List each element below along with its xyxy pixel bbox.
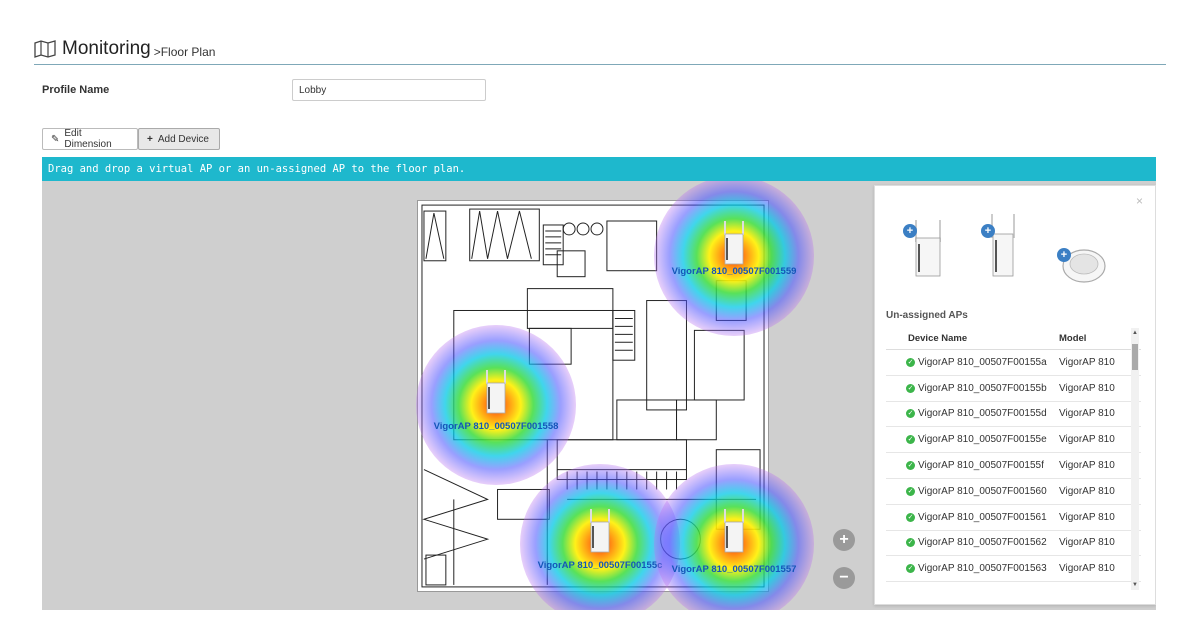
model-cell: VigorAP 810 bbox=[1059, 485, 1115, 497]
table-row[interactable]: ✓ VigorAP 810_00507F001561 VigorAP 810 bbox=[886, 505, 1141, 531]
pencil-icon: ✎ bbox=[51, 133, 60, 145]
model-cell: VigorAP 810 bbox=[1059, 356, 1115, 368]
page-title: Monitoring bbox=[62, 38, 151, 59]
breadcrumb: >Floor Plan bbox=[153, 44, 216, 59]
placed-ap[interactable]: VigorAP 810_00507F001558 bbox=[416, 325, 576, 485]
device-name-cell: ✓ VigorAP 810_00507F001561 bbox=[886, 512, 1053, 523]
placed-ap-label: VigorAP 810_00507F001557 bbox=[671, 564, 797, 575]
device-name-cell: ✓ VigorAP 810_00507F00155a bbox=[886, 357, 1053, 368]
check-circle-icon: ✓ bbox=[906, 564, 915, 574]
check-circle-icon: ✓ bbox=[906, 435, 915, 445]
access-point-icon bbox=[724, 509, 744, 553]
model-cell: VigorAP 810 bbox=[1059, 434, 1115, 446]
add-icon: + bbox=[981, 224, 995, 238]
model-cell: VigorAP 810 bbox=[1059, 408, 1115, 420]
device-name-header: Device Name bbox=[908, 333, 968, 344]
profile-name-input[interactable] bbox=[292, 79, 486, 101]
table-row[interactable]: ✓ VigorAP 810_00507F001562 VigorAP 810 bbox=[886, 531, 1141, 557]
unassigned-aps-heading: Un-assigned APs bbox=[886, 310, 968, 321]
virtual-ap-ceiling[interactable]: + bbox=[1057, 246, 1109, 286]
table-row[interactable]: ✓ VigorAP 810_00507F00155b VigorAP 810 bbox=[886, 376, 1141, 402]
device-name-cell: ✓ VigorAP 810_00507F00155e bbox=[886, 434, 1053, 445]
model-header: Model bbox=[1059, 333, 1087, 344]
check-circle-icon: ✓ bbox=[906, 512, 915, 522]
check-circle-icon: ✓ bbox=[906, 409, 915, 419]
table-row[interactable]: ✓ VigorAP 810_00507F001563 VigorAP 810 bbox=[886, 556, 1141, 583]
device-panel: × + + + Un-assigned APs Device Name Mode… bbox=[874, 185, 1156, 605]
check-circle-icon: ✓ bbox=[906, 383, 915, 393]
access-point-icon bbox=[724, 221, 744, 265]
plus-icon: + bbox=[147, 133, 153, 145]
placed-ap[interactable]: VigorAP 810_00507F001559 bbox=[654, 181, 814, 336]
scrollbar-thumb[interactable] bbox=[1132, 344, 1138, 370]
device-name: VigorAP 810_00507F00155b bbox=[918, 382, 1047, 394]
device-name: VigorAP 810_00507F00155d bbox=[918, 408, 1047, 420]
add-icon: + bbox=[903, 224, 917, 238]
device-name: VigorAP 810_00507F001561 bbox=[918, 511, 1047, 523]
access-point-icon bbox=[590, 509, 610, 553]
table-row[interactable]: ✓ VigorAP 810_00507F00155f VigorAP 810 bbox=[886, 453, 1141, 479]
device-name-cell: ✓ VigorAP 810_00507F001560 bbox=[886, 486, 1053, 497]
virtual-ap-wall-tall[interactable]: + bbox=[981, 210, 1021, 280]
device-name: VigorAP 810_00507F001563 bbox=[918, 563, 1047, 575]
table-scrollbar[interactable]: ▲ ▼ bbox=[1131, 328, 1139, 590]
check-circle-icon: ✓ bbox=[906, 461, 915, 471]
model-cell: VigorAP 810 bbox=[1059, 511, 1115, 523]
zoom-out-button[interactable]: − bbox=[833, 567, 855, 589]
edit-dimension-button[interactable]: ✎ Edit Dimension bbox=[42, 128, 138, 150]
model-cell: VigorAP 810 bbox=[1059, 460, 1115, 472]
check-circle-icon: ✓ bbox=[906, 357, 915, 367]
table-row[interactable]: ✓ VigorAP 810_00507F00155e VigorAP 810 bbox=[886, 427, 1141, 454]
device-name: VigorAP 810_00507F00155f bbox=[918, 460, 1044, 472]
scroll-up-icon[interactable]: ▲ bbox=[1131, 330, 1139, 336]
device-name: VigorAP 810_00507F001562 bbox=[918, 537, 1047, 549]
header-divider bbox=[34, 64, 1166, 65]
add-icon: + bbox=[1057, 248, 1071, 262]
device-name-cell: ✓ VigorAP 810_00507F00155b bbox=[886, 383, 1053, 394]
map-icon bbox=[34, 40, 56, 58]
access-point-icon bbox=[486, 370, 506, 414]
table-body: ✓ VigorAP 810_00507F00155a VigorAP 810 ✓ Vig… bbox=[886, 350, 1141, 583]
check-circle-icon: ✓ bbox=[906, 486, 915, 496]
device-name-cell: ✓ VigorAP 810_00507F001562 bbox=[886, 537, 1053, 548]
placed-ap[interactable]: VigorAP 810_00507F001557 bbox=[654, 464, 814, 610]
device-name-cell: ✓ VigorAP 810_00507F00155d bbox=[886, 408, 1053, 419]
add-device-label: Add Device bbox=[157, 133, 209, 145]
close-icon[interactable]: × bbox=[1136, 194, 1143, 208]
edit-dimension-label: Edit Dimension bbox=[64, 128, 112, 150]
table-row[interactable]: ✓ VigorAP 810_00507F00155a VigorAP 810 bbox=[886, 350, 1141, 376]
device-name-cell: ✓ VigorAP 810_00507F00155f bbox=[886, 460, 1053, 471]
model-cell: VigorAP 810 bbox=[1059, 537, 1115, 549]
table-row[interactable]: ✓ VigorAP 810_00507F001560 VigorAP 810 bbox=[886, 479, 1141, 505]
access-point-icon bbox=[991, 214, 1015, 277]
virtual-ap-wall-dual[interactable]: + bbox=[903, 216, 949, 280]
profile-name-label: Profile Name bbox=[42, 84, 110, 96]
check-circle-icon: ✓ bbox=[906, 538, 915, 548]
instruction-banner: Drag and drop a virtual AP or an un-assi… bbox=[42, 157, 1156, 181]
device-name-cell: ✓ VigorAP 810_00507F001563 bbox=[886, 563, 1053, 574]
table-row[interactable]: ✓ VigorAP 810_00507F00155d VigorAP 810 bbox=[886, 402, 1141, 428]
page-header: Monitoring >Floor Plan bbox=[34, 34, 215, 64]
floor-plan-canvas[interactable]: VigorAP 810_00507F001559 VigorAP 810_005… bbox=[42, 181, 1156, 610]
unassigned-ap-table: Device Name Model ✓ VigorAP 810_00507F001… bbox=[886, 328, 1141, 590]
model-cell: VigorAP 810 bbox=[1059, 563, 1115, 575]
device-name: VigorAP 810_00507F001560 bbox=[918, 485, 1047, 497]
device-name: VigorAP 810_00507F00155e bbox=[918, 434, 1047, 446]
placed-ap-label: VigorAP 810_00507F001559 bbox=[671, 266, 797, 277]
scroll-down-icon[interactable]: ▼ bbox=[1131, 582, 1139, 588]
device-name: VigorAP 810_00507F00155a bbox=[918, 356, 1047, 368]
model-cell: VigorAP 810 bbox=[1059, 382, 1115, 394]
placed-ap-label: VigorAP 810_00507F001558 bbox=[433, 421, 559, 432]
table-header: Device Name Model bbox=[886, 328, 1141, 350]
add-device-button[interactable]: + Add Device bbox=[138, 128, 220, 150]
zoom-in-button[interactable]: + bbox=[833, 529, 855, 551]
